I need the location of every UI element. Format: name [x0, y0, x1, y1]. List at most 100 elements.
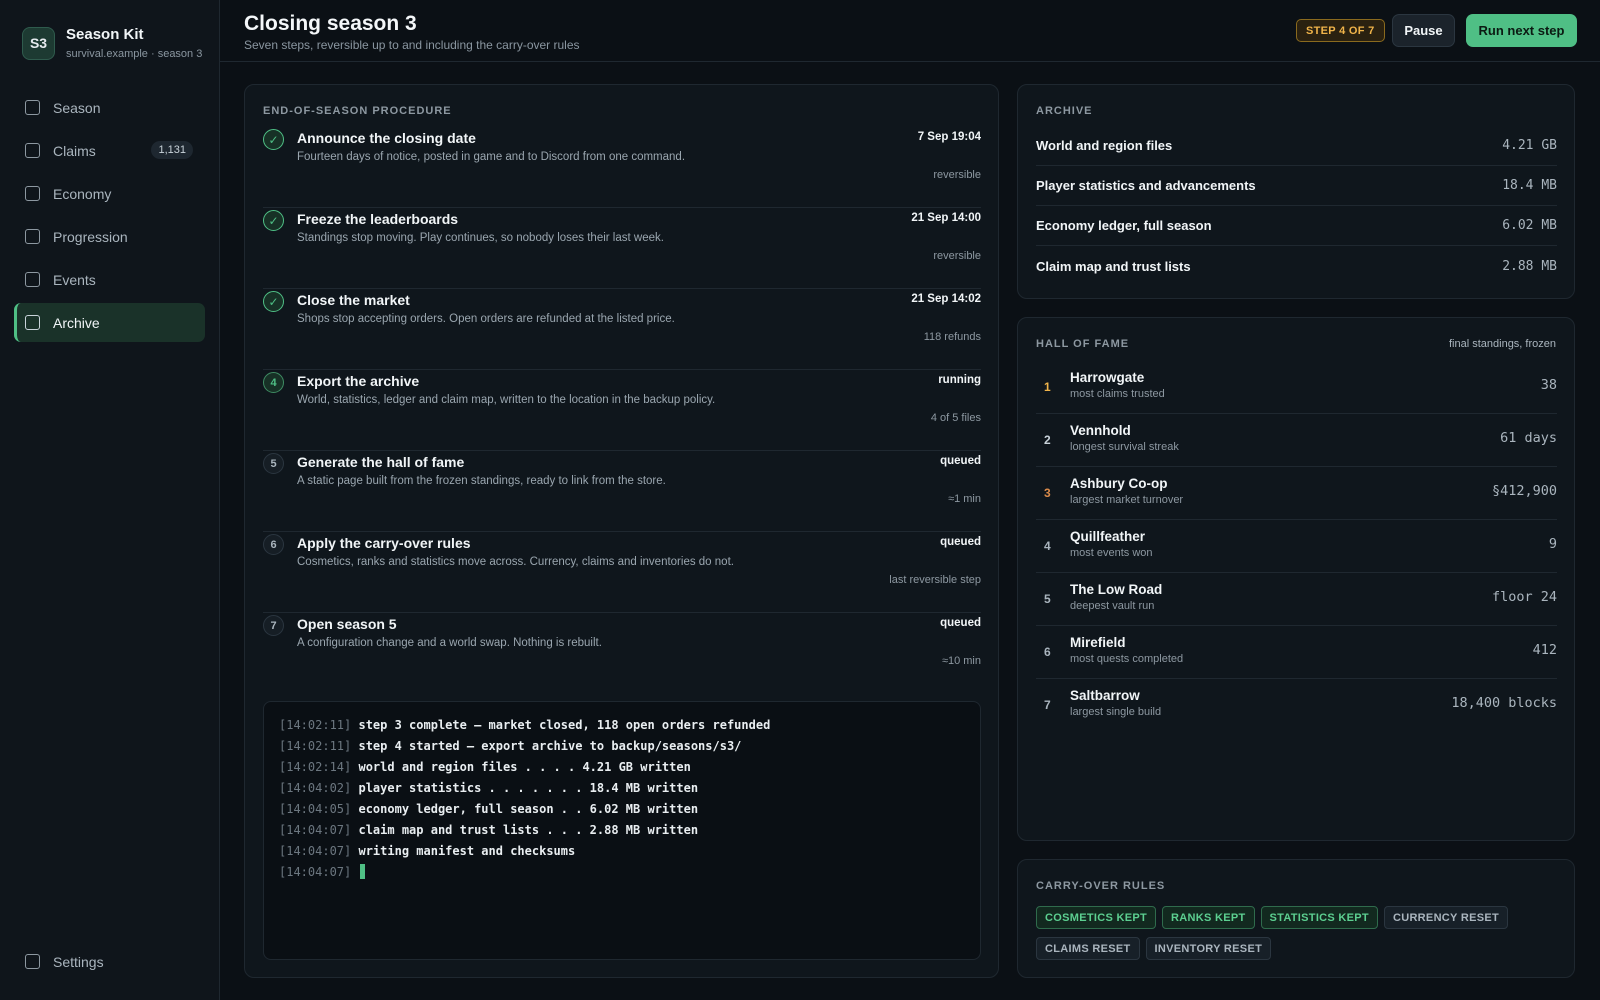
page-title: Closing season 3	[244, 12, 417, 35]
procedure-step[interactable]: 4 Export the archive World, statistics, le…	[263, 370, 981, 451]
square-icon	[25, 143, 40, 158]
hall-of-fame-row[interactable]: 4 Quillfeather most events won 9	[1036, 520, 1557, 573]
square-icon	[25, 229, 40, 244]
hall-of-fame-row[interactable]: 2 Vennhold longest survival streak 61 days	[1036, 414, 1557, 467]
carry-over-label: CARRY-OVER RULES	[1036, 880, 1166, 892]
archive-item-size: 18.4 MB	[1502, 178, 1557, 193]
sidebar-item-claims[interactable]: Claims 1,131	[14, 131, 205, 170]
step-description: Fourteen days of notice, posted in game …	[297, 151, 686, 163]
step-title: Close the market	[297, 292, 410, 308]
hall-of-fame-row[interactable]: 6 Mirefield most quests completed 412	[1036, 626, 1557, 679]
procedure-label: END-OF-SEASON PROCEDURE	[263, 105, 452, 117]
award-value: 9	[1548, 536, 1557, 552]
log-line: [14:02:11] step 3 complete — market clos…	[279, 715, 965, 736]
sidebar-item-label: Claims	[53, 142, 96, 159]
run-next-step-button[interactable]: Run next step	[1466, 14, 1577, 47]
sidebar-item-progression[interactable]: Progression	[14, 217, 205, 256]
step-title: Generate the hall of fame	[297, 454, 465, 470]
step-status: 21 Sep 14:00	[911, 212, 981, 224]
pause-button[interactable]: Pause	[1392, 14, 1455, 47]
log-line: [14:04:07]	[279, 862, 965, 883]
procedure-step[interactable]: 7 Open season 5 A configuration change and…	[263, 613, 981, 694]
log-console[interactable]: [14:02:11] step 3 complete — market clos…	[263, 701, 981, 960]
sidebar-item-label: Economy	[53, 185, 112, 202]
hall-of-fame-row[interactable]: 5 The Low Road deepest vault run floor 24	[1036, 573, 1557, 626]
sidebar-item-label: Archive	[53, 314, 100, 331]
procedure-step[interactable]: 6 Apply the carry-over rules Cosmetics, ra…	[263, 532, 981, 613]
procedure-step[interactable]: ✓ Close the market Shops stop accepting or…	[263, 289, 981, 370]
claims-count-badge: 1,131	[151, 141, 193, 159]
step-description: Standings stop moving. Play continues, s…	[297, 232, 664, 244]
archive-item-size: 4.21 GB	[1502, 138, 1557, 153]
brand[interactable]: S3 Season Kit survival.example · season …	[22, 26, 202, 60]
archive-row[interactable]: Claim map and trust lists 2.88 MB	[1036, 246, 1557, 286]
log-timestamp: [14:02:11]	[279, 718, 352, 732]
carry-over-chip: INVENTORY RESET	[1145, 937, 1272, 960]
page-header: Closing season 3 Seven steps, reversible…	[220, 0, 1600, 62]
terminal-cursor	[360, 864, 366, 879]
step-title: Open season 5	[297, 616, 397, 632]
carry-over-chips: COSMETICS KEPT RANKS KEPT STATISTICS KEPT C…	[1036, 906, 1557, 960]
step-description: A configuration change and a world swap.…	[297, 637, 602, 649]
player-name: Mirefield	[1070, 635, 1126, 650]
archive-item-size: 2.88 MB	[1502, 258, 1557, 274]
step-number-icon: 6	[263, 534, 284, 555]
procedure-steps: ✓ Announce the closing date Fourteen days …	[263, 127, 981, 694]
page-subtitle: Seven steps, reversible up to and includ…	[244, 38, 580, 52]
archive-row[interactable]: World and region files 4.21 GB	[1036, 126, 1557, 166]
archive-item-name: World and region files	[1036, 138, 1173, 153]
rank-number: 3	[1044, 486, 1051, 500]
step-progress-badge: STEP 4 OF 7	[1296, 19, 1385, 42]
procedure-panel: END-OF-SEASON PROCEDURE ✓ Announce the cl…	[244, 84, 999, 978]
sidebar-item-archive[interactable]: Archive	[14, 303, 205, 342]
sidebar-item-events[interactable]: Events	[14, 260, 205, 299]
rank-number: 4	[1044, 539, 1051, 553]
award-description: most events won	[1070, 547, 1153, 559]
log-text: world and region files . . . . 4.21 GB w…	[358, 760, 691, 774]
step-title: Apply the carry-over rules	[297, 535, 471, 551]
award-value: 18,400 blocks	[1451, 695, 1557, 711]
app-subtitle: survival.example · season 3	[66, 48, 203, 60]
carry-over-chip: CURRENCY RESET	[1383, 906, 1509, 929]
log-text: step 4 started — export archive to backu…	[358, 739, 742, 753]
square-icon	[25, 954, 40, 969]
carry-over-chip: CLAIMS RESET	[1036, 937, 1140, 960]
archive-row[interactable]: Player statistics and advancements 18.4 M…	[1036, 166, 1557, 206]
hall-of-fame-row[interactable]: 7 Saltbarrow largest single build 18,400 bl…	[1036, 679, 1557, 732]
check-icon: ✓	[263, 129, 284, 150]
check-icon: ✓	[263, 291, 284, 312]
step-title: Announce the closing date	[297, 130, 476, 146]
procedure-step[interactable]: 5 Generate the hall of fame A static page …	[263, 451, 981, 532]
carry-over-panel: CARRY-OVER RULES COSMETICS KEPT RANKS KEP…	[1017, 859, 1575, 978]
carry-over-chip: STATISTICS KEPT	[1260, 906, 1378, 929]
hall-of-fame-panel: HALL OF FAME final standings, frozen 1 Ha…	[1017, 317, 1575, 841]
sidebar-item-economy[interactable]: Economy	[14, 174, 205, 213]
procedure-step[interactable]: ✓ Announce the closing date Fourteen days …	[263, 127, 981, 208]
log-text: player statistics . . . . . . . 18.4 MB …	[358, 781, 699, 795]
archive-label: ARCHIVE	[1036, 105, 1093, 117]
log-text: economy ledger, full season . . 6.02 MB …	[358, 802, 699, 816]
log-timestamp: [14:04:05]	[279, 802, 352, 816]
hall-of-fame-row[interactable]: 3 Ashbury Co-op largest market turnover §41…	[1036, 467, 1557, 520]
sidebar-nav: Season Claims 1,131 Economy Progression …	[14, 88, 205, 346]
player-name: The Low Road	[1070, 582, 1163, 597]
step-note: 4 of 5 files	[930, 412, 981, 424]
player-name: Harrowgate	[1070, 370, 1145, 385]
procedure-step[interactable]: ✓ Freeze the leaderboards Standings stop m…	[263, 208, 981, 289]
sidebar-item-season[interactable]: Season	[14, 88, 205, 127]
hall-of-fame-meta: final standings, frozen	[1448, 338, 1556, 350]
archive-item-name: Player statistics and advancements	[1036, 178, 1256, 193]
step-description: World, statistics, ledger and claim map,…	[297, 394, 716, 406]
hall-of-fame-row[interactable]: 1 Harrowgate most claims trusted 38	[1036, 361, 1557, 414]
step-number-icon: 4	[263, 372, 284, 393]
hall-of-fame-label: HALL OF FAME	[1036, 338, 1130, 350]
player-name: Vennhold	[1070, 423, 1131, 438]
log-line: [14:02:14] world and region files . . . …	[279, 757, 965, 778]
check-icon: ✓	[263, 210, 284, 231]
award-value: 61 days	[1500, 430, 1557, 446]
award-description: largest market turnover	[1070, 494, 1184, 506]
sidebar-item-settings[interactable]: Settings	[14, 942, 205, 981]
archive-row[interactable]: Economy ledger, full season 6.02 MB	[1036, 206, 1557, 246]
step-note: ≈10 min	[941, 655, 981, 667]
player-name: Quillfeather	[1070, 529, 1146, 544]
